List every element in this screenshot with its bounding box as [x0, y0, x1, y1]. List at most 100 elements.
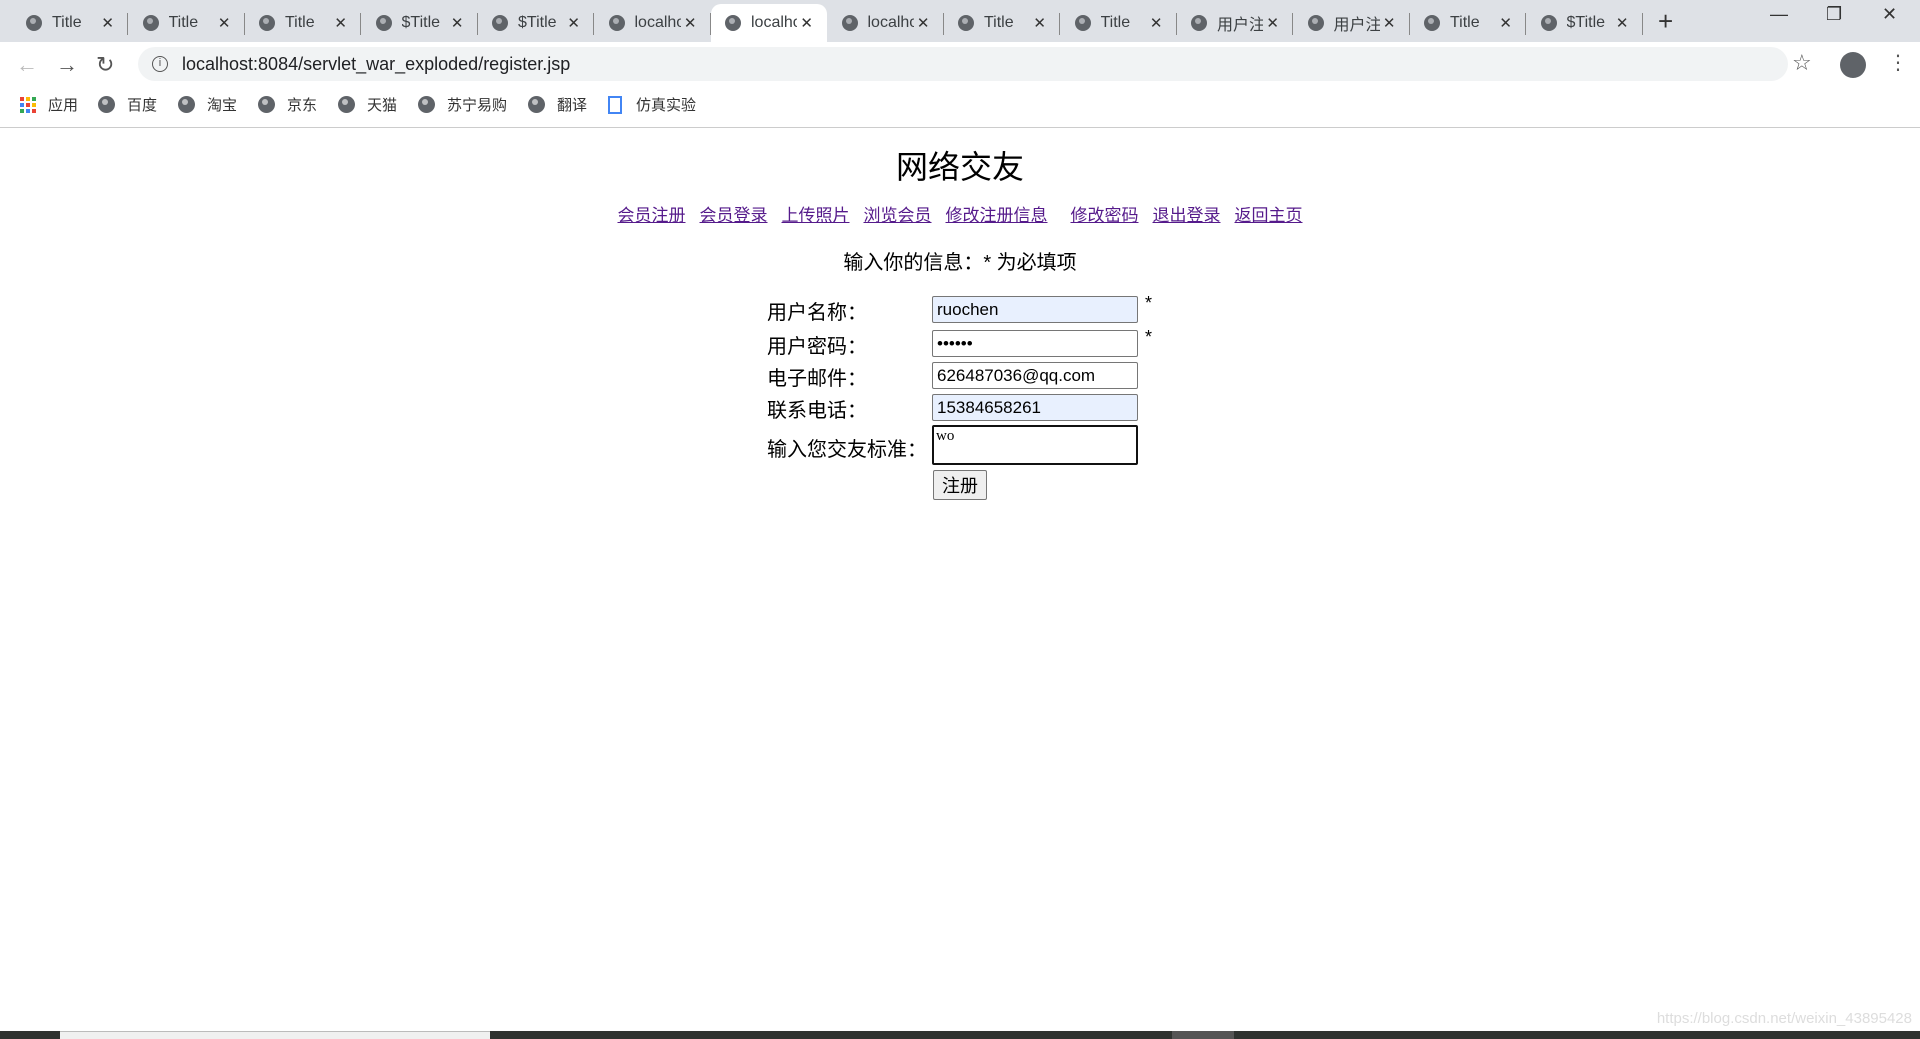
watermark: https://blog.csdn.net/weixin_43895428	[1656, 1010, 1912, 1027]
browser-tab[interactable]: Title ✕	[944, 4, 1060, 42]
bookmark-item[interactable]: 应用	[20, 94, 78, 115]
browser-tab[interactable]: Title ✕	[245, 4, 361, 42]
tab-separator	[1641, 13, 1643, 35]
taskbar-item[interactable]	[60, 1031, 490, 1039]
nav-link[interactable]: 修改注册信息	[946, 206, 1048, 225]
bookmark-star-icon[interactable]: ☆	[1792, 50, 1812, 76]
password-input[interactable]	[932, 330, 1138, 357]
browser-tab[interactable]: localhost✕	[828, 4, 944, 42]
tab-title: Title	[1450, 14, 1480, 31]
browser-tab[interactable]: $Title ✕	[478, 4, 594, 42]
bookmark-label: 百度	[127, 97, 158, 114]
forward-button[interactable]: →	[56, 52, 78, 78]
close-tab-icon[interactable]: ✕	[334, 14, 347, 32]
criteria-label: 输入您交友标准：	[767, 439, 927, 461]
nav-link[interactable]: 会员登录	[700, 206, 768, 225]
globe-icon	[259, 15, 275, 31]
close-tab-icon[interactable]: ✕	[1150, 14, 1163, 32]
globe-icon	[375, 15, 392, 31]
criteria-textarea[interactable]: wo	[932, 425, 1138, 465]
tab-title: $Title	[401, 14, 441, 31]
globe-icon	[528, 96, 545, 113]
bookmark-item[interactable]: 仿真实验	[608, 94, 696, 115]
close-tab-icon[interactable]: ✕	[567, 14, 580, 32]
close-tab-icon[interactable]: ✕	[451, 14, 464, 32]
address-bar[interactable]: i localhost:8084/servlet_war_exploded/reg…	[138, 47, 1788, 81]
browser-tab[interactable]: Title ✕	[129, 4, 245, 42]
globe-icon	[1191, 15, 1207, 31]
browser-tab[interactable]: Title ✕	[1061, 4, 1177, 42]
bookmark-label: 应用	[48, 97, 79, 114]
phone-input[interactable]	[932, 394, 1138, 421]
close-tab-icon[interactable]: ✕	[1616, 14, 1629, 32]
tab-title: localhost	[867, 14, 914, 31]
bookmark-label: 翻译	[557, 97, 588, 114]
password-label: 用户密码：	[767, 336, 867, 358]
bookmark-item[interactable]: 京东	[258, 94, 317, 115]
taskbar-item[interactable]	[1172, 1031, 1234, 1039]
tab-title: $Title	[518, 14, 557, 31]
globe-icon	[26, 15, 42, 31]
close-tab-icon[interactable]: ✕	[800, 14, 813, 32]
nav-link[interactable]: 会员注册	[618, 206, 686, 225]
bookmark-label: 仿真实验	[636, 97, 697, 114]
phone-label: 联系电话：	[767, 400, 867, 422]
globe-icon	[258, 96, 275, 113]
bookmark-item[interactable]: 翻译	[528, 94, 587, 115]
browser-tab[interactable]: localhost✕	[595, 4, 711, 42]
close-window-button[interactable]: ✕	[1882, 4, 1897, 25]
close-tab-icon[interactable]: ✕	[1033, 14, 1046, 32]
browser-tab[interactable]: localhost✕	[711, 4, 827, 42]
nav-link[interactable]: 修改密码	[1071, 206, 1139, 225]
browser-tab[interactable]: 用户注 ✕	[1177, 4, 1293, 42]
close-tab-icon[interactable]: ✕	[1499, 14, 1512, 32]
tab-title: localhost	[634, 14, 681, 31]
restore-button[interactable]: ❐	[1826, 4, 1842, 25]
globe-icon	[1540, 15, 1557, 31]
email-input[interactable]	[932, 362, 1138, 389]
nav-link[interactable]: 返回主页	[1235, 206, 1303, 225]
username-input[interactable]	[932, 296, 1138, 323]
register-button[interactable]: 注册	[933, 470, 987, 500]
browser-tab[interactable]: Title ✕	[1410, 4, 1526, 42]
bookmark-item[interactable]: 苏宁易购	[418, 94, 507, 115]
info-icon[interactable]: i	[152, 56, 168, 72]
nav-link[interactable]: 浏览会员	[864, 206, 932, 225]
tab-title: Title	[52, 14, 82, 31]
globe-icon	[1307, 15, 1324, 31]
bookmark-item[interactable]: 淘宝	[178, 94, 237, 115]
close-tab-icon[interactable]: ✕	[684, 14, 697, 32]
username-label: 用户名称：	[767, 302, 867, 324]
profile-avatar[interactable]	[1840, 52, 1866, 78]
menu-icon[interactable]: ⋮	[1888, 50, 1908, 75]
reload-button[interactable]: ↻	[96, 52, 114, 78]
minimize-button[interactable]: —	[1770, 4, 1788, 25]
globe-icon	[958, 15, 974, 31]
browser-tab[interactable]: $Title ✕	[362, 4, 478, 42]
close-tab-icon[interactable]: ✕	[917, 14, 930, 32]
globe-icon	[178, 96, 195, 113]
globe-icon	[338, 96, 355, 113]
back-button[interactable]: ←	[16, 52, 38, 78]
bookmark-label: 淘宝	[207, 97, 238, 114]
close-tab-icon[interactable]: ✕	[1383, 14, 1396, 32]
close-tab-icon[interactable]: ✕	[218, 14, 231, 32]
globe-icon	[841, 15, 858, 31]
bookmark-item[interactable]: 天猫	[338, 94, 397, 115]
browser-tab[interactable]: Title ✕	[12, 4, 128, 42]
bookmark-item[interactable]: 百度	[98, 94, 157, 115]
browser-tab[interactable]: 用户注 ✕	[1294, 4, 1410, 42]
close-tab-icon[interactable]: ✕	[1266, 14, 1279, 32]
browser-tab[interactable]: $Title ✕	[1527, 4, 1643, 42]
bookmark-label: 苏宁易购	[447, 97, 508, 114]
tab-title: Title	[285, 14, 315, 31]
close-tab-icon[interactable]: ✕	[101, 14, 114, 32]
nav-link[interactable]: 上传照片	[782, 206, 850, 225]
tab-title: localhost	[751, 14, 797, 31]
nav-link[interactable]: 退出登录	[1153, 206, 1221, 225]
url-text: localhost:8084/servlet_war_exploded/regi…	[182, 53, 571, 74]
tab-title: Title	[984, 14, 1014, 31]
tab-title: Title	[1100, 14, 1131, 31]
new-tab-button[interactable]: +	[1658, 6, 1673, 37]
divider	[0, 127, 1920, 128]
